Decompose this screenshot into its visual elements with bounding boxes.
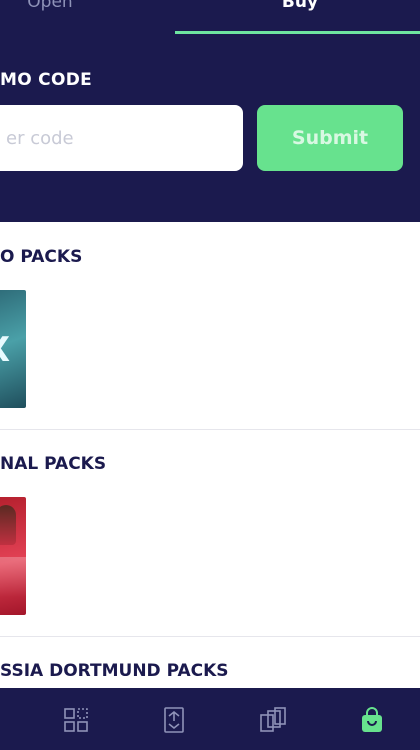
player-image <box>0 505 16 545</box>
bottom-nav <box>0 688 420 750</box>
shop-bag-icon[interactable] <box>358 706 386 734</box>
section-divider <box>0 636 420 637</box>
collection-grid-icon[interactable] <box>62 706 90 734</box>
section-title-dortmund-packs: SSIA DORTMUND PACKS <box>0 661 229 681</box>
pack-logo-letter: X <box>0 330 12 370</box>
submit-button[interactable]: Submit <box>257 105 403 171</box>
trade-icon[interactable] <box>160 706 188 734</box>
cards-icon[interactable] <box>259 706 287 734</box>
pack-card[interactable]: X <box>0 290 26 408</box>
active-tab-indicator <box>175 31 420 34</box>
section-divider <box>0 429 420 430</box>
promo-code-input[interactable] <box>0 105 243 171</box>
section-title-arsenal-packs: NAL PACKS <box>0 454 107 474</box>
promo-code-label: MO CODE <box>0 70 93 90</box>
pack-glow <box>0 557 26 597</box>
header-panel: Open Buy MO CODE Submit <box>0 0 420 222</box>
tab-buy[interactable]: Buy <box>275 0 325 18</box>
section-title-gold-packs: O PACKS <box>0 247 83 267</box>
tab-open[interactable]: Open <box>20 0 80 18</box>
pack-card[interactable] <box>0 497 26 615</box>
